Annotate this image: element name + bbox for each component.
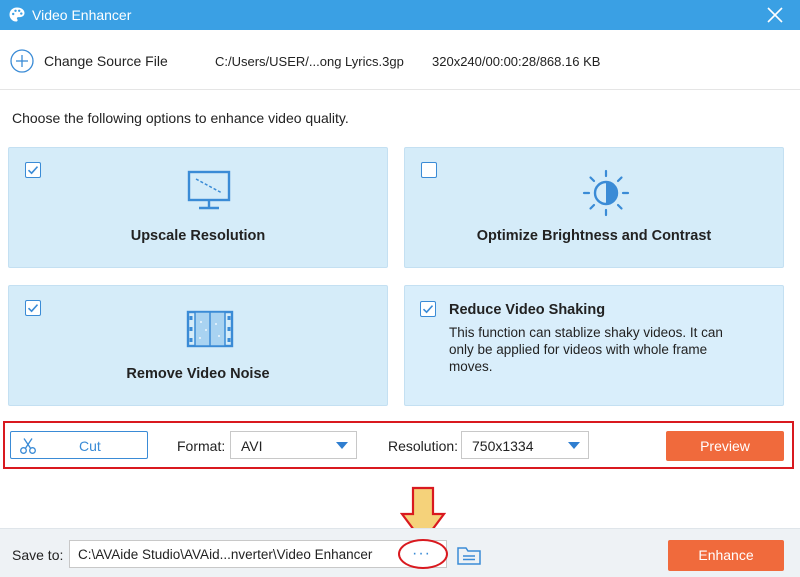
resolution-value: 750x1334 bbox=[472, 438, 534, 454]
film-icon bbox=[186, 310, 234, 348]
option-reduce-shaking[interactable]: Reduce Video Shaking This function can s… bbox=[404, 285, 784, 406]
option-upscale-resolution[interactable]: Upscale Resolution bbox=[8, 147, 388, 268]
option-optimize-brightness[interactable]: Optimize Brightness and Contrast bbox=[404, 147, 784, 268]
change-source-label: Change Source File bbox=[44, 53, 168, 69]
save-to-label: Save to: bbox=[12, 547, 64, 563]
window-title: Video Enhancer bbox=[32, 7, 132, 23]
save-path-field[interactable]: C:\AVAide Studio\AVAid...nverter\Video E… bbox=[69, 540, 447, 568]
source-row: Change Source File C:/Users/USER/...ong … bbox=[0, 30, 800, 90]
noise-label: Remove Video Noise bbox=[126, 366, 270, 382]
upscale-checkbox[interactable] bbox=[25, 162, 41, 178]
shaking-checkbox[interactable] bbox=[420, 301, 436, 317]
preview-button[interactable]: Preview bbox=[666, 431, 784, 461]
noise-checkbox[interactable] bbox=[25, 300, 41, 316]
resolution-label: Resolution: bbox=[388, 438, 459, 454]
scissors-icon bbox=[20, 438, 36, 454]
enhance-button[interactable]: Enhance bbox=[668, 540, 784, 571]
shaking-label: Reduce Video Shaking bbox=[449, 302, 606, 318]
instruction-text: Choose the following options to enhance … bbox=[12, 110, 349, 126]
upscale-label: Upscale Resolution bbox=[130, 228, 266, 244]
bottom-bar: Save to: C:\AVAide Studio\AVAid...nverte… bbox=[0, 528, 800, 577]
source-info: 320x240/00:00:28/868.16 KB bbox=[432, 54, 601, 69]
folder-icon[interactable] bbox=[456, 544, 482, 566]
option-remove-noise[interactable]: Remove Video Noise bbox=[8, 285, 388, 406]
shaking-description: This function can stablize shaky videos.… bbox=[449, 325, 723, 374]
change-source-button[interactable]: Change Source File bbox=[10, 48, 168, 74]
chevron-down-icon bbox=[336, 442, 348, 449]
brightness-icon bbox=[582, 169, 630, 217]
highlight-ring bbox=[398, 539, 448, 569]
format-value: AVI bbox=[241, 438, 263, 454]
checkmark-icon bbox=[27, 166, 39, 175]
source-path: C:/Users/USER/...ong Lyrics.3gp bbox=[215, 54, 404, 69]
format-select[interactable]: AVI bbox=[230, 431, 357, 459]
checkmark-icon bbox=[27, 304, 39, 313]
format-label: Format: bbox=[177, 438, 226, 454]
brightness-label: Optimize Brightness and Contrast bbox=[476, 228, 712, 244]
checkmark-icon bbox=[422, 305, 434, 314]
cut-button[interactable]: Cut bbox=[10, 431, 148, 459]
resolution-select[interactable]: 750x1334 bbox=[461, 431, 589, 459]
add-circle-icon bbox=[10, 49, 34, 73]
palette-icon bbox=[9, 7, 25, 22]
close-icon[interactable] bbox=[766, 6, 784, 24]
settings-toolbar: Cut Format: AVI Resolution: 750x1334 Pre… bbox=[3, 421, 794, 469]
title-bar: Video Enhancer bbox=[0, 0, 800, 30]
brightness-checkbox[interactable] bbox=[421, 162, 437, 178]
chevron-down-icon bbox=[568, 442, 580, 449]
save-path-value: C:\AVAide Studio\AVAid...nverter\Video E… bbox=[78, 547, 373, 562]
monitor-icon bbox=[187, 170, 231, 210]
cut-label: Cut bbox=[79, 438, 101, 454]
